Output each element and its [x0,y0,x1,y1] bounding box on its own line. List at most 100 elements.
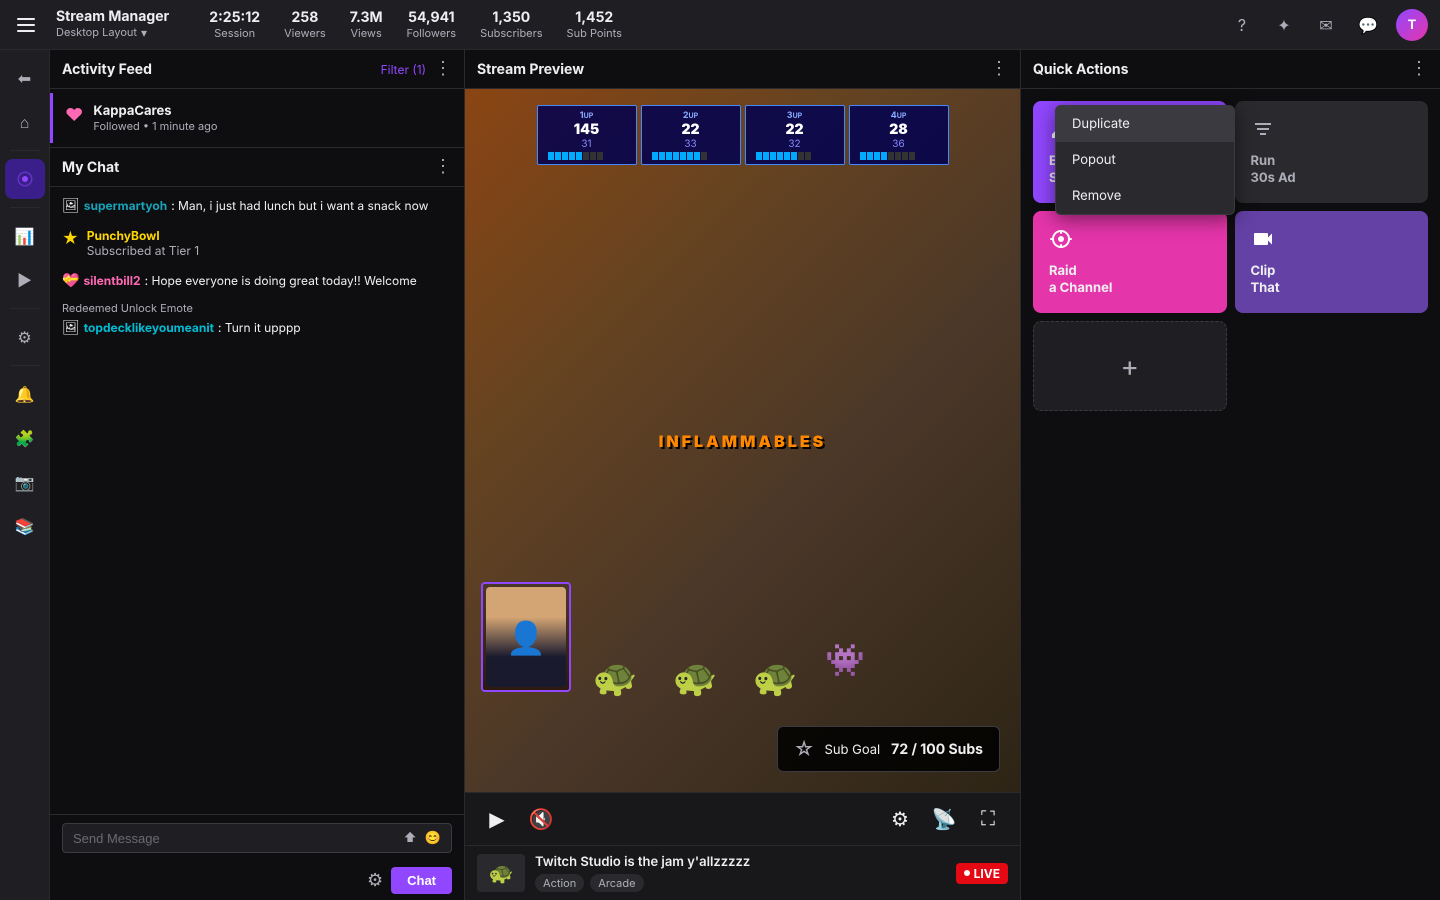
nav-stat: 7.3M Views [350,9,383,40]
nav-stat-label: Viewers [284,26,326,40]
clip-label: ClipThat [1251,263,1413,297]
chat-redeem-event: Redeemed Unlock Emote 🖼 topdecklikeyoume… [62,299,452,338]
stream-info-bar: 🐢 Twitch Studio is the jam y'allzzzzz Ac… [465,845,1020,900]
stream-preview-panel: Stream Preview ⋮ Duplicate Popout Remove… [465,50,1020,900]
chat-sub-event: ★ PunchyBowl Subscribed at Tier 1 [62,224,452,262]
raid-icon [1049,227,1211,257]
stream-video-area: 1UP 145 31 2UP 22 33 [465,89,1020,792]
nav-stat-value: 7.3M [350,9,383,26]
raid-label: Raida Channel [1049,263,1211,297]
chat-text-4: Turn it upppp [225,320,301,335]
streamer-camera: 👤 [481,582,571,692]
activity-item-detail: Followed • 1 minute ago [93,119,452,133]
chat-username-1: supermartyoh [84,197,167,215]
cast-button[interactable]: 📡 [928,803,960,835]
nav-stat-value: 1,452 [575,9,613,26]
quick-actions-header: Quick Actions ⋮ [1021,50,1440,89]
stream-preview-title: Stream Preview [477,61,982,78]
sidebar-item-extensions[interactable]: 🧩 [5,418,45,458]
sidebar-item-video[interactable]: ▶ [5,260,45,300]
nav-stat-value: 54,941 [408,9,455,26]
sidebar-item-notifications[interactable]: 🔔 [5,374,45,414]
fullscreen-button[interactable]: ⛶ [972,803,1004,835]
activity-feed-panel: Activity Feed Filter (1) ⋮ ♥ KappaCares … [50,50,465,900]
stream-tag-action[interactable]: Action [535,874,584,892]
activity-filter-button[interactable]: Filter (1) [381,62,426,77]
turtle-1: 🐢 [585,642,645,712]
sub-goal-count: 72 / 100 Subs [891,741,983,758]
stream-tag-arcade[interactable]: Arcade [590,874,643,892]
nav-stat: 258 Viewers [284,9,326,40]
chat-emoji-icon[interactable]: 😊 [425,830,441,846]
chat-message-4: 🖼 topdecklikeyoumeanit: Turn it upppp [62,317,452,338]
live-badge: LIVE [956,863,1008,884]
my-chat-panel: My Chat ⋮ 🖼 supermartyoh: Man, i just ha… [50,147,464,900]
qa-card-raid[interactable]: Raida Channel [1033,211,1227,313]
quick-actions-menu-button[interactable]: ⋮ [1410,60,1428,78]
stream-tags: Action Arcade [535,874,946,892]
chat-username-3: silentbill2 [83,272,140,290]
chat-send-button[interactable]: Chat [391,867,452,894]
chat-header: My Chat ⋮ [50,148,464,187]
score-player-3: 3UP 22 32 [745,105,845,165]
mail-icon[interactable]: ✉ [1312,11,1340,39]
live-dot-icon [964,870,970,876]
sidebar-item-stream[interactable] [5,159,45,199]
quick-actions-title: Quick Actions [1033,61,1402,78]
volume-button[interactable]: 🔇 [525,803,557,835]
nav-stat-label: Subscribers [480,26,542,40]
settings-button[interactable]: ⚙ [884,803,916,835]
score-player-2: 2UP 22 33 [641,105,741,165]
chat-settings-button[interactable]: ⚙ [367,870,383,891]
nav-stat: 2:25:12 Session [209,9,260,40]
chat-icon[interactable]: 💬 [1354,11,1382,39]
qa-card-run-ad[interactable]: Run30s Ad [1235,101,1429,203]
heart-icon: ♥ [65,105,83,126]
sub-goal-text: Sub Goal 72 / 100 Subs [824,741,983,758]
ad-icon [1251,117,1413,147]
nav-right: ? ✦ ✉ 💬 T [1228,9,1428,41]
chat-text-1: Man, i just had lunch but i want a snack… [178,198,428,213]
activity-menu-button[interactable]: ⋮ [434,60,452,78]
nav-stat: 1,350 Subscribers [480,9,542,40]
cam-person: 👤 [486,587,566,687]
magic-icon[interactable]: ✦ [1270,11,1298,39]
chat-messages: 🖼 supermartyoh: Man, i just had lunch bu… [50,187,464,814]
nav-stat: 1,452 Sub Points [567,9,622,40]
chat-sub-content: PunchyBowl Subscribed at Tier 1 [87,228,199,258]
activity-item-content: KappaCares Followed • 1 minute ago [93,103,452,133]
dropdown-item-remove[interactable]: Remove [1056,178,1234,214]
nav-stat-label: Sub Points [567,26,622,40]
nav-stat-label: Views [350,26,381,40]
main-layout: ⬅ ⌂ 📊 ▶ ⚙ 🔔 🧩 📷 📚 Activity Feed Filter (… [0,50,1440,900]
dropdown-item-popout[interactable]: Popout [1056,142,1234,178]
chat-expand-icon[interactable]: ⬆ [403,830,416,846]
sidebar-item-dashboard[interactable]: ⌂ [5,102,45,142]
sidebar-item-docs[interactable]: 📚 [5,506,45,546]
play-button[interactable]: ▶ [481,803,513,835]
dropdown-item-duplicate[interactable]: Duplicate [1056,106,1234,142]
stream-preview-menu-button[interactable]: ⋮ [990,60,1008,78]
sidebar-divider [10,150,40,151]
activity-feed-title: Activity Feed [62,61,373,78]
star-icon: ★ [62,228,79,248]
game-scoreboard: 1UP 145 31 2UP 22 33 [537,105,949,165]
sidebar-item-home[interactable]: ⬅ [5,58,45,98]
chat-menu-button[interactable]: ⋮ [434,158,452,176]
nav-stat-value: 1,350 [492,9,530,26]
sidebar-item-settings[interactable]: ⚙ [5,317,45,357]
chat-input[interactable] [73,831,395,846]
dropdown-arrow-icon[interactable]: ▾ [141,26,147,40]
app-title: Stream Manager [56,9,169,26]
chat-message-3: 💝 silentbill2: Hope everyone is doing gr… [62,270,452,291]
stream-thumbnail: 🐢 [477,854,525,892]
sidebar-divider-3 [10,308,40,309]
sidebar-item-analytics[interactable]: 📊 [5,216,45,256]
user-avatar[interactable]: T [1396,9,1428,41]
activity-item-name: KappaCares [93,103,452,119]
menu-button[interactable] [12,11,40,39]
help-icon[interactable]: ? [1228,11,1256,39]
qa-card-clip[interactable]: ClipThat [1235,211,1429,313]
qa-card-add[interactable]: + [1033,321,1227,411]
sidebar-item-camera[interactable]: 📷 [5,462,45,502]
